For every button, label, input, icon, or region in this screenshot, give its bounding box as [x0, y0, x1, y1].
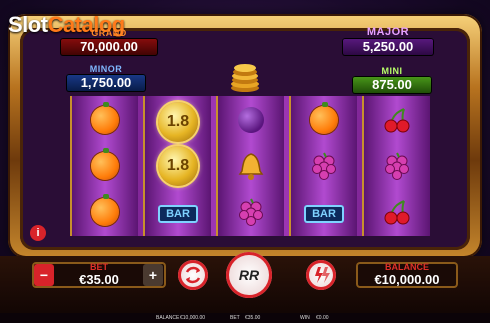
bet-value: €35.00: [79, 272, 119, 287]
coin-symbol: 1.8: [158, 102, 198, 142]
bet-decrease-button[interactable]: −: [34, 264, 54, 286]
plum-symbol: [238, 107, 264, 133]
bet-label: BET: [90, 262, 108, 272]
grape-symbol: [382, 151, 412, 181]
reel-2: 1.8 1.8 BAR: [143, 96, 211, 236]
footer-bet-value: €35.00: [245, 315, 261, 321]
reel-5: [362, 96, 430, 236]
orange-symbol: [91, 102, 119, 134]
lightning-icon: [315, 267, 330, 283]
major-jackpot-value: 5,250.00: [342, 38, 434, 56]
cherry-symbol: [382, 197, 412, 227]
footer-bar: BALANCE €10,000.00 BET €35.00 WIN €0.00: [0, 313, 490, 323]
bar-symbol: BAR: [304, 205, 344, 223]
cherry-symbol: [382, 105, 412, 135]
coin-stack-icon: [228, 58, 262, 92]
balance-label: BALANCE: [385, 262, 429, 272]
grape-symbol: [236, 197, 266, 227]
grand-jackpot-label: GRAND: [91, 28, 127, 38]
minor-jackpot-label: MINOR: [89, 64, 123, 74]
footer-balance-label: BALANCE: [156, 315, 180, 321]
autoplay-button[interactable]: [178, 260, 208, 290]
footer-win-label: WIN: [300, 315, 310, 321]
reel-area: 1.8 1.8 BAR BAR: [70, 96, 430, 236]
coin-symbol: 1.8: [158, 146, 198, 186]
bell-symbol: [236, 151, 266, 181]
major-jackpot-label: MAJOR: [366, 26, 410, 38]
grand-jackpot-value: 70,000.00: [60, 38, 158, 56]
grape-symbol: [309, 151, 339, 181]
turbo-button[interactable]: [306, 260, 336, 290]
logo-text-slot: Slot: [8, 12, 48, 37]
footer-balance-value: €10,000.00: [180, 315, 206, 321]
minor-jackpot-value: 1,750.00: [66, 74, 146, 92]
balance-value: €10,000.00: [374, 272, 440, 287]
reel-4: BAR: [289, 96, 357, 236]
bet-increase-button[interactable]: +: [143, 264, 163, 286]
info-button[interactable]: i: [30, 225, 46, 241]
footer-bet-label: BET: [230, 315, 240, 321]
orange-symbol: [91, 148, 119, 180]
footer-win-value: €0.00: [316, 315, 329, 321]
mini-jackpot-value: 875.00: [352, 76, 432, 94]
orange-symbol: [310, 102, 338, 134]
mini-jackpot-label: MINI: [381, 66, 403, 76]
spin-button[interactable]: RR: [226, 252, 272, 298]
bar-symbol: BAR: [158, 205, 198, 223]
reel-1: [70, 96, 138, 236]
autoplay-icon: [185, 266, 201, 284]
reel-3: [216, 96, 284, 236]
orange-symbol: [91, 194, 119, 226]
